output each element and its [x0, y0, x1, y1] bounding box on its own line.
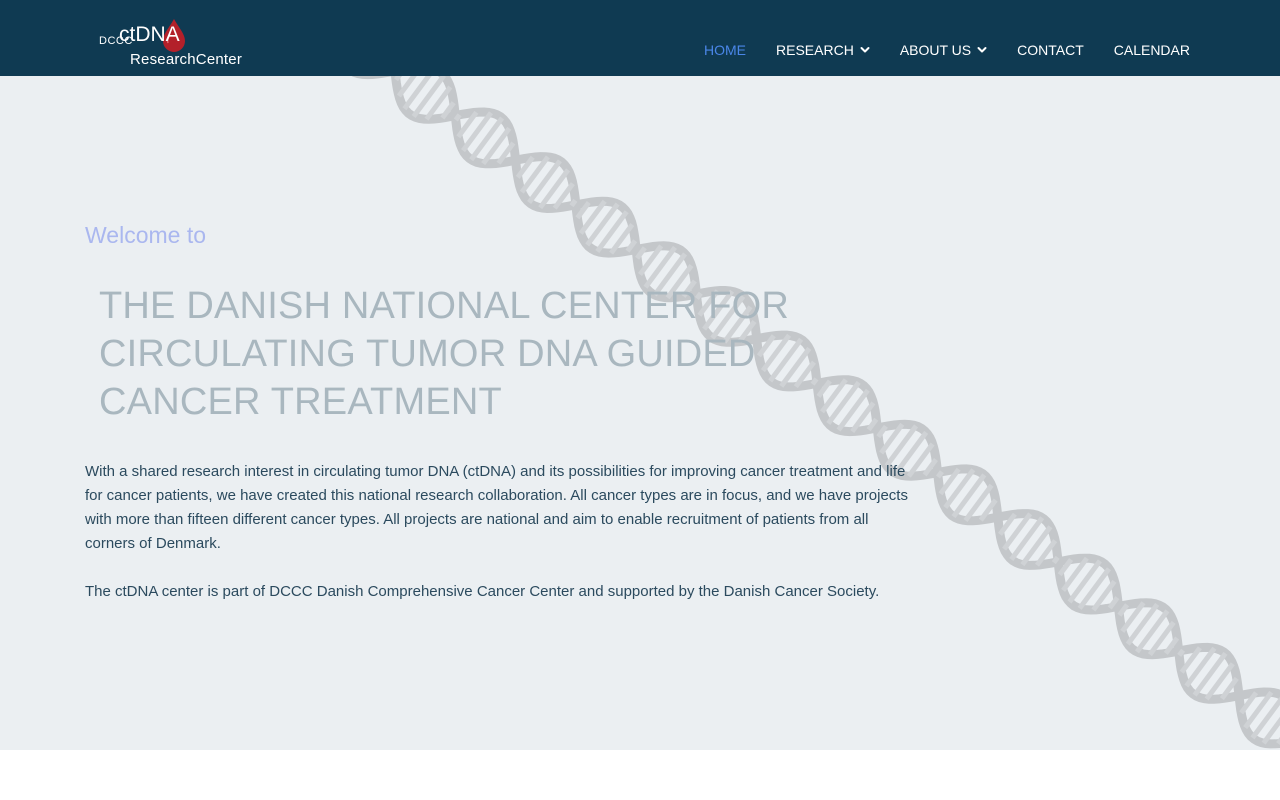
nav-contact[interactable]: CONTACT [1017, 42, 1084, 58]
main-navigation: HOME RESEARCH ABOUT US CONTACT CALENDAR [674, 41, 1190, 59]
chevron-down-icon [860, 47, 870, 53]
logo-research-center-text: ResearchCenter [130, 51, 243, 68]
page-title: THE DANISH NATIONAL CENTER FOR CIRCULATI… [99, 285, 790, 423]
hero-section: Welcome to THE DANISH NATIONAL CENTER FO… [0, 76, 1280, 750]
nav-about-us-label: ABOUT US [899, 42, 972, 58]
nav-contact-label: CONTACT [1017, 42, 1084, 58]
nav-calendar[interactable]: CALENDAR [1114, 42, 1190, 58]
chevron-down-icon [977, 47, 987, 53]
site-logo[interactable]: DCCC ctDNA ResearchCenter [99, 18, 244, 70]
welcome-heading: Welcome to [85, 222, 207, 248]
nav-home[interactable]: HOME [704, 42, 746, 58]
intro-paragraph: With a shared research interest in circu… [85, 463, 908, 552]
site-header: DCCC ctDNA ResearchCenter HOME RESEARCH … [0, 0, 1280, 76]
nav-about-us[interactable]: ABOUT US [900, 42, 987, 58]
affiliation-paragraph: The ctDNA center is part of DCCC Danish … [85, 583, 880, 600]
nav-home-label: HOME [704, 42, 747, 58]
nav-calendar-label: CALENDAR [1113, 42, 1190, 58]
nav-research-label: RESEARCH [776, 42, 854, 58]
logo-ctdna-text: ctDNA [119, 23, 180, 46]
nav-research[interactable]: RESEARCH [776, 42, 870, 58]
